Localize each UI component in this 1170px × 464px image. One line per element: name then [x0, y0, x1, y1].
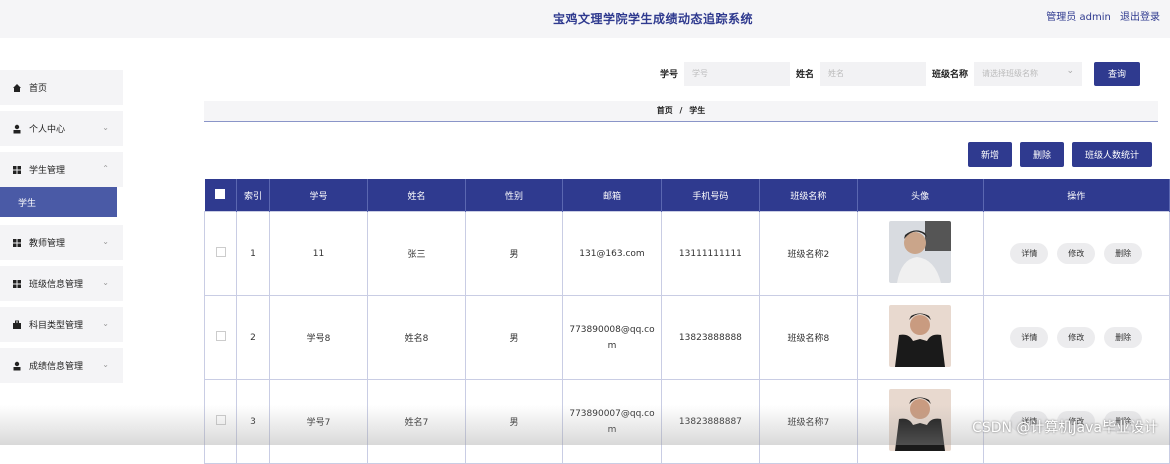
avatar — [889, 221, 952, 283]
sidebar-item-subject-type-management[interactable]: 科目类型管理 ⌄ — [0, 307, 123, 342]
sidebar-item-student-management[interactable]: 学生管理 ⌃ — [0, 152, 123, 187]
edit-button[interactable]: 修改 — [1057, 327, 1096, 348]
cell-phone: 13111111111 — [660, 211, 761, 296]
select-all-header[interactable] — [204, 179, 238, 212]
detail-button[interactable]: 详情 — [1010, 243, 1049, 264]
edit-button[interactable]: 修改 — [1057, 243, 1096, 264]
sidebar-item-label: 学生管理 — [29, 166, 66, 176]
cell-email: 773890008@qq.com — [562, 295, 662, 380]
cell-name: 姓名8 — [367, 295, 466, 380]
breadcrumb-home[interactable]: 首页 — [657, 106, 673, 115]
grid-icon — [13, 238, 21, 247]
sidebar-item-class-management[interactable]: 班级信息管理 ⌄ — [0, 266, 123, 301]
name-input[interactable]: 姓名 — [820, 61, 927, 86]
sidebar-item-label: 首页 — [29, 84, 48, 94]
column-header: 学号 — [269, 179, 369, 212]
cell-class: 班级名称2 — [759, 211, 858, 296]
chevron-down-icon: ⌄ — [102, 319, 109, 328]
column-header: 性别 — [465, 179, 564, 212]
query-button[interactable]: 查询 — [1094, 61, 1141, 86]
cell-email: 131@163.com — [562, 211, 662, 296]
row-delete-button[interactable]: 删除 — [1104, 327, 1143, 348]
add-button[interactable]: 新增 — [967, 142, 1012, 167]
sidebar-item-label: 教师管理 — [29, 239, 66, 249]
cell-gender: 男 — [464, 211, 564, 296]
logout-link[interactable]: 退出登录 — [1120, 12, 1160, 23]
grid-icon — [13, 279, 21, 288]
sidebar-item-home[interactable]: 首页 — [0, 70, 123, 105]
avatar — [889, 305, 952, 367]
admin-label: 管理员 admin — [1046, 12, 1111, 23]
column-header: 操作 — [983, 179, 1170, 212]
sidebar-item-label: 成绩信息管理 — [29, 362, 84, 372]
action-buttons: 新增 删除 班级人数统计 — [967, 142, 1152, 167]
top-bar: 宝鸡文理学院学生成绩动态追踪系统 管理员 admin 退出登录 — [0, 0, 1170, 38]
delete-button[interactable]: 删除 — [1019, 142, 1064, 167]
row-checkbox[interactable] — [215, 247, 226, 257]
user-icon — [13, 361, 21, 370]
sidebar-item-label: 个人中心 — [29, 125, 66, 135]
sidebar-item-personal-center[interactable]: 个人中心 ⌄ — [0, 111, 123, 146]
breadcrumb-current: 学生 — [689, 106, 706, 115]
column-header: 班级名称 — [759, 179, 858, 212]
cell-class: 班级名称8 — [759, 295, 858, 380]
sidebar-item-teacher-management[interactable]: 教师管理 ⌄ — [0, 225, 123, 260]
select-all-checkbox[interactable] — [215, 188, 226, 199]
detail-button[interactable]: 详情 — [1010, 327, 1049, 348]
cell-index: 2 — [236, 295, 270, 380]
column-header: 手机号码 — [661, 179, 761, 212]
class-stats-button[interactable]: 班级人数统计 — [1071, 142, 1152, 167]
column-header: 邮箱 — [562, 179, 662, 212]
cell-index: 1 — [236, 211, 270, 296]
user-icon — [13, 124, 21, 133]
app-title: 宝鸡文理学院学生成绩动态追踪系统 — [552, 12, 753, 26]
cell-name: 张三 — [367, 211, 466, 296]
column-header: 索引 — [236, 179, 270, 212]
sidebar: 首页 个人中心 ⌄ 学生管理 ⌃ 学生 教师管理 ⌄ 班级信息管理 ⌄ 科目类型… — [0, 70, 123, 389]
home-icon — [13, 83, 21, 92]
briefcase-icon — [13, 320, 21, 329]
chevron-down-icon: ⌄ — [102, 360, 109, 369]
search-bar: 学号 学号 姓名 姓名 班级名称 请选择班级名称 查询 — [660, 61, 1141, 86]
sidebar-subitem-student[interactable]: 学生 — [0, 187, 117, 217]
student-no-label: 学号 — [660, 70, 679, 80]
name-label: 姓名 — [796, 70, 815, 80]
column-header: 姓名 — [367, 179, 466, 212]
class-select[interactable]: 请选择班级名称 — [974, 61, 1083, 86]
sidebar-item-label: 科目类型管理 — [29, 321, 84, 331]
watermark: CSDN @计算机Java毕业设计 — [972, 420, 1158, 436]
grid-icon — [13, 165, 21, 174]
cell-gender: 男 — [464, 295, 564, 380]
row-delete-button[interactable]: 删除 — [1104, 243, 1143, 264]
breadcrumb: 首页 / 学生 — [204, 101, 1158, 122]
chevron-down-icon: ⌄ — [102, 278, 109, 287]
row-checkbox[interactable] — [215, 331, 226, 341]
table-row: 1 11 张三 男 131@163.com 13111111111 班级名称2 … — [203, 211, 1170, 296]
breadcrumb-separator: / — [679, 106, 683, 115]
chevron-down-icon: ⌄ — [102, 123, 109, 132]
class-label: 班级名称 — [932, 70, 969, 80]
user-area: 管理员 admin 退出登录 — [1040, 8, 1160, 23]
table-row: 2 学号8 姓名8 男 773890008@qq.com 13823888888… — [203, 295, 1170, 380]
column-header: 头像 — [857, 179, 984, 212]
cell-student-no: 学号8 — [268, 295, 369, 380]
sidebar-item-score-management[interactable]: 成绩信息管理 ⌄ — [0, 348, 123, 383]
chevron-up-icon: ⌃ — [102, 164, 109, 173]
student-no-input[interactable]: 学号 — [684, 61, 791, 86]
sidebar-item-label: 班级信息管理 — [29, 280, 84, 290]
cell-student-no: 11 — [268, 211, 369, 296]
cell-phone: 13823888888 — [660, 295, 761, 380]
chevron-down-icon: ⌄ — [102, 237, 109, 246]
